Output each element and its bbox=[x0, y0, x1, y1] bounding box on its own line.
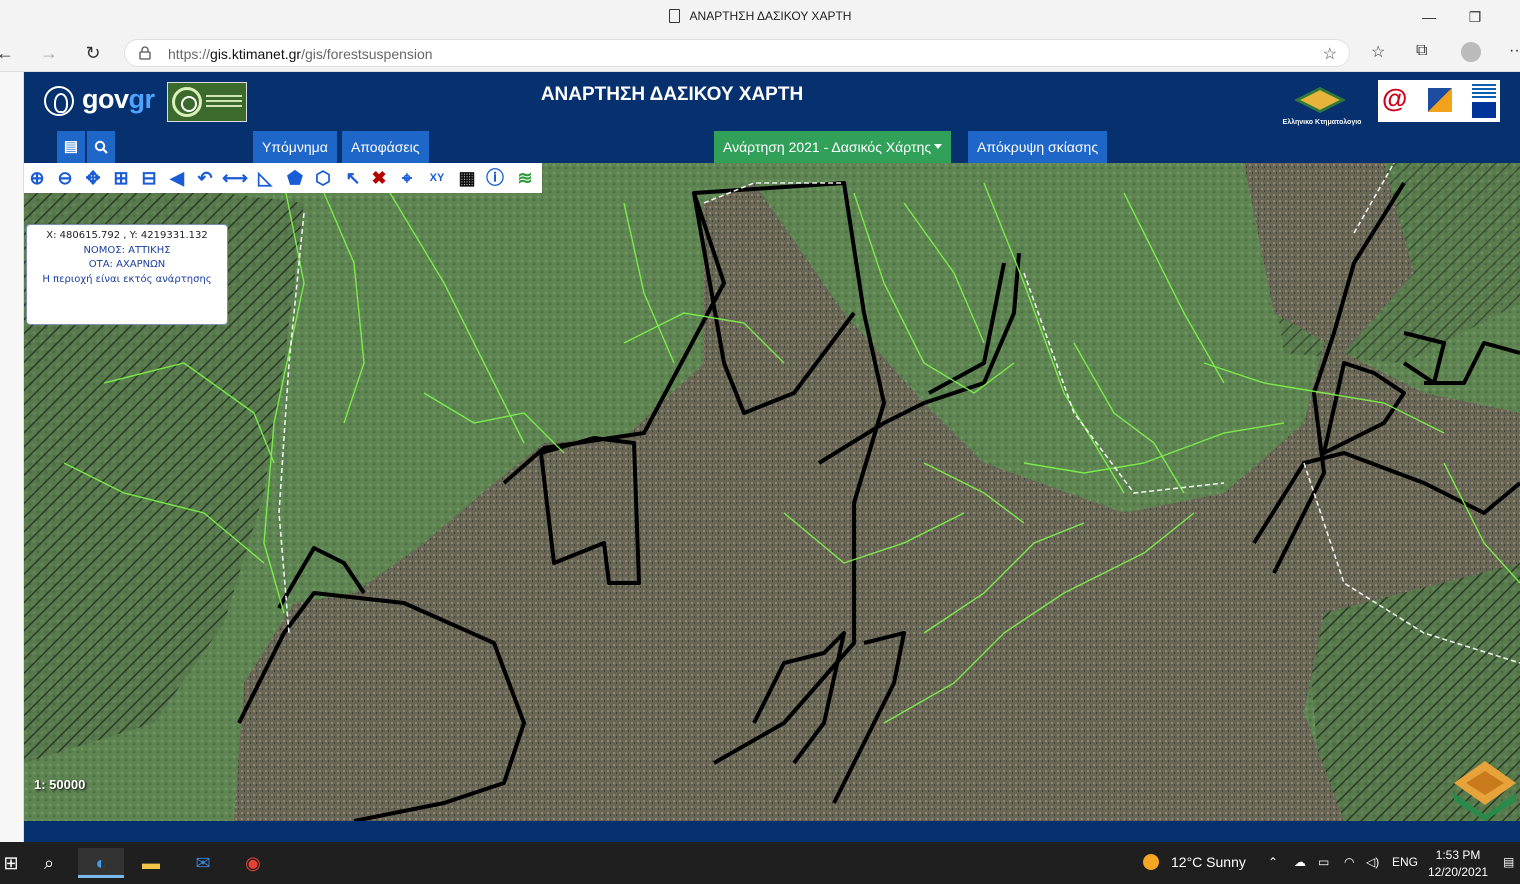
language-indicator[interactable]: ENG bbox=[1392, 855, 1418, 869]
profile-avatar[interactable] bbox=[1461, 42, 1481, 62]
windows-taskbar: ⊞ ⌕ ◐ ▬ ✉ ◉ 12°C Sunny ⌃ ☁ ▭ ◠ ◁) ENG 1:… bbox=[0, 842, 1520, 884]
ota-text: ΟΤΑ: ΑΧΑΡΝΩΝ bbox=[88, 259, 166, 270]
identify-point-icon[interactable]: ⌖ bbox=[394, 165, 420, 191]
ktimatologio-logo: Ελληνικο Κτηματολογιο bbox=[1270, 78, 1374, 128]
hide-shading-button[interactable]: Απόκρυψη σκίασης bbox=[968, 131, 1108, 163]
layers-icon[interactable]: ≋ bbox=[512, 165, 538, 191]
add-favorite-icon[interactable]: ☆ bbox=[1323, 44, 1337, 64]
next-extent-icon[interactable]: ↶ bbox=[192, 165, 218, 191]
zoom-extent-icon[interactable]: ⊟ bbox=[136, 165, 162, 191]
battery-icon[interactable]: ▭ bbox=[1318, 855, 1329, 869]
export-document-button[interactable]: ▤ bbox=[57, 131, 85, 163]
sun-icon bbox=[1143, 854, 1159, 870]
url-text: https://gis.ktimanet.gr/gis/forestsuspen… bbox=[168, 46, 433, 62]
clock[interactable]: 1:53 PM 12/20/2021 bbox=[1428, 847, 1488, 881]
collections-icon[interactable]: ⧉ bbox=[1416, 42, 1427, 60]
tray-chevron-icon[interactable]: ⌃ bbox=[1268, 855, 1278, 869]
lock-icon bbox=[139, 46, 151, 60]
print-map-icon[interactable]: ▦ bbox=[454, 165, 480, 191]
tab-title: ΑΝΑΡΤΗΣΗ ΔΑΣΙΚΟΥ ΧΑΡΤΗ bbox=[689, 9, 852, 23]
posting-dropdown[interactable]: Ανάρτηση 2021 - Δασικός Χάρτης bbox=[714, 131, 952, 163]
outlook-icon[interactable]: ✉ bbox=[180, 848, 226, 878]
minimize-button[interactable]: — bbox=[1414, 6, 1444, 28]
forward-button[interactable]: → bbox=[36, 40, 62, 66]
menu-bar: ▤ Υπόμνημα Αποφάσεις Ανάρτηση 2021 - Δασ… bbox=[24, 130, 1520, 163]
volume-icon[interactable]: ◁) bbox=[1366, 855, 1379, 869]
map-toolbar: ⊕ ⊖ ✥ ⊞ ⊟ ◀ ↶ ⟷ ◺ ⬟ ⬡ ↖ ✖ ⌖ XY ▦ ⓘ ≋ bbox=[24, 163, 542, 193]
clear-selection-icon[interactable]: ✖ bbox=[366, 165, 392, 191]
measure-distance-icon[interactable]: ⟷ bbox=[222, 165, 248, 191]
caret-down-icon bbox=[934, 144, 943, 149]
location-info-popup: X: 480615.792 , Y: 4219331.132 ΝΟΜΟΣ: ΑΤ… bbox=[26, 224, 228, 325]
zoom-out-icon[interactable]: ⊖ bbox=[52, 165, 78, 191]
search-icon bbox=[94, 140, 108, 154]
weather-widget[interactable]: 12°C Sunny bbox=[1143, 854, 1246, 870]
app-header: govgr ΑΝΑΡΤΗΣΗ ΔΑΣΙΚΟΥ ΧΑΡΤΗ Ελληνικο Κτ… bbox=[24, 72, 1520, 130]
map-canvas[interactable]: ⊕ ⊖ ✥ ⊞ ⊟ ◀ ↶ ⟷ ◺ ⬟ ⬡ ↖ ✖ ⌖ XY ▦ ⓘ ≋ X: … bbox=[24, 163, 1520, 821]
posting-status-text: Η περιοχή είναι εκτός ανάρτησης bbox=[42, 273, 212, 285]
search-button[interactable] bbox=[87, 131, 115, 163]
decisions-button[interactable]: Αποφάσεις bbox=[342, 131, 429, 163]
network-status-icon[interactable]: ☁ bbox=[1294, 855, 1306, 869]
nomos-text: ΝΟΜΟΣ: ΑΤΤΙΚΗΣ bbox=[83, 244, 171, 256]
zoom-box-icon[interactable]: ⊞ bbox=[108, 165, 134, 191]
select-polygon-icon[interactable]: ⬡ bbox=[310, 165, 336, 191]
app-footer bbox=[24, 821, 1520, 842]
back-button[interactable]: ← bbox=[0, 40, 18, 66]
wifi-icon[interactable]: ◠ bbox=[1344, 855, 1354, 869]
document-icon bbox=[668, 9, 680, 23]
pan-icon[interactable]: ✥ bbox=[80, 165, 106, 191]
file-explorer-icon[interactable]: ▬ bbox=[128, 848, 174, 878]
coordinates-text: X: 480615.792 , Y: 4219331.132 bbox=[46, 230, 208, 241]
left-side-strip bbox=[0, 72, 24, 842]
previous-extent-icon[interactable]: ◀ bbox=[164, 165, 190, 191]
more-menu-button[interactable]: ··· bbox=[1509, 42, 1520, 60]
chrome-icon[interactable]: ◉ bbox=[230, 848, 276, 878]
measure-area-icon[interactable]: ◺ bbox=[252, 165, 278, 191]
ktimatologio-corner-icon bbox=[1454, 761, 1516, 821]
zoom-in-icon[interactable]: ⊕ bbox=[24, 165, 50, 191]
search-taskbar-icon[interactable]: ⌕ bbox=[26, 848, 72, 878]
url-input[interactable]: https://gis.ktimanet.gr/gis/forestsuspen… bbox=[124, 39, 1350, 67]
goto-xy-icon[interactable]: XY bbox=[424, 165, 450, 191]
notifications-icon[interactable]: ▤ bbox=[1503, 855, 1514, 869]
aerial-map bbox=[24, 163, 1520, 821]
window-title: ΑΝΑΡΤΗΣΗ ΔΑΣΙΚΟΥ ΧΑΡΤΗ bbox=[0, 9, 1520, 23]
draw-polygon-icon[interactable]: ⬟ bbox=[282, 165, 308, 191]
browser-title-bar: ΑΝΑΡΤΗΣΗ ΔΑΣΙΚΟΥ ΧΑΡΤΗ — ❐ bbox=[0, 0, 1520, 34]
info-icon[interactable]: ⓘ bbox=[482, 165, 508, 191]
address-bar: ← → ↻ https://gis.ktimanet.gr/gis/forest… bbox=[0, 34, 1520, 72]
page-title: ΑΝΑΡΤΗΣΗ ΔΑΣΙΚΟΥ ΧΑΡΤΗ bbox=[540, 84, 804, 105]
legend-button[interactable]: Υπόμνημα bbox=[253, 131, 337, 163]
map-scale: 1: 50000 bbox=[34, 777, 86, 792]
maximize-button[interactable]: ❐ bbox=[1460, 6, 1490, 28]
reload-button[interactable]: ↻ bbox=[80, 40, 106, 66]
eu-funding-logos: @ bbox=[1378, 80, 1500, 122]
favorites-icon[interactable]: ☆ bbox=[1371, 42, 1385, 62]
edge-browser-icon[interactable]: ◐ bbox=[78, 848, 124, 878]
select-arrow-icon[interactable]: ↖ bbox=[340, 165, 366, 191]
